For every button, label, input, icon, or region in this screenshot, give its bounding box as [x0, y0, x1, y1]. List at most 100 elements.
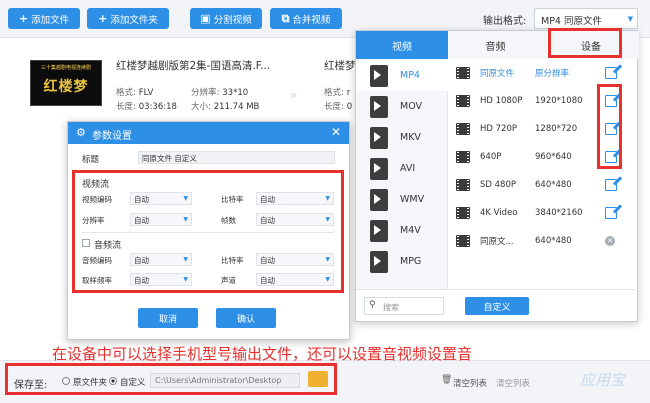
chevron-down-icon: ▼: [325, 195, 330, 202]
format-panel: 视频 音频 设备 MP4 MOV MKV AVI WMV M4V MPG 同原文…: [355, 28, 639, 322]
divider: [356, 289, 639, 290]
plus-icon: +: [18, 12, 29, 25]
output-format: 格式: r: [324, 88, 351, 98]
video-stream-heading: 视频流: [82, 180, 110, 190]
bitrate-label: 比特率: [221, 195, 244, 204]
params-dialog: ⚙ 参数设置 ✕ 标题 同原文件 自定义 视频流 视频编码 自动 ▼ 比特率 自动…: [67, 121, 350, 340]
audio-stream-heading: 音频流: [94, 241, 122, 251]
video-thumbnail[interactable]: 三十集越剧电视连续剧 红楼梦: [30, 60, 102, 106]
scissors-icon: ▣: [200, 12, 211, 25]
output-format-select[interactable]: MP4 同原文件 ▼: [534, 8, 638, 29]
file-size: 大小: 211.74 MB: [191, 102, 260, 112]
format-item-wmv[interactable]: WMV: [356, 184, 448, 215]
device-row-4k[interactable]: 4K Video 3840*2160: [456, 199, 631, 227]
chevron-down-icon: ▼: [183, 256, 188, 263]
ok-button[interactable]: 确认: [216, 308, 276, 328]
highlight-box: [597, 84, 622, 169]
bitrate-select[interactable]: 自动 ▼: [256, 192, 334, 205]
format-item-mkv[interactable]: MKV: [356, 122, 448, 153]
audio-bitrate-select[interactable]: 自动 ▼: [256, 253, 334, 266]
custom-button[interactable]: 自定义: [465, 297, 529, 315]
split-video-button[interactable]: ▣ 分割视频: [190, 8, 262, 29]
video-file-icon: [370, 250, 388, 273]
samplerate-select[interactable]: 自动 ▼: [130, 273, 192, 286]
device-row-480p[interactable]: SD 480P 640*480: [456, 171, 631, 199]
add-file-button[interactable]: + 添加文件: [8, 8, 80, 29]
chevron-down-icon: ▼: [183, 195, 188, 202]
film-icon: [456, 179, 470, 191]
plus-icon: +: [98, 12, 108, 25]
device-row-custom[interactable]: 同原文... 640*480 ✕: [456, 227, 631, 255]
chevron-down-icon: ▼: [183, 276, 188, 283]
video-file-icon: [370, 95, 388, 118]
output-duration: 长度: 0: [324, 102, 353, 112]
dialog-header: ⚙ 参数设置 ✕: [68, 122, 349, 144]
search-icon: ⚲: [369, 300, 376, 310]
close-icon[interactable]: ✕: [331, 125, 341, 139]
edit-icon[interactable]: [605, 179, 617, 191]
annotation-caption: 在设备中可以选择手机型号输出文件，还可以设置音视频设置音: [52, 345, 473, 363]
trash-icon: 🗑: [441, 375, 453, 385]
chevron-down-icon: ▼: [183, 216, 188, 223]
delete-icon[interactable]: ✕: [605, 236, 615, 246]
highlight-box: [548, 28, 622, 58]
tab-video[interactable]: 视频: [356, 31, 448, 59]
divider: [82, 232, 334, 233]
video-file-icon: [370, 219, 388, 242]
channel-label: 声道: [221, 276, 236, 285]
search-input[interactable]: ⚲ 搜索: [364, 297, 444, 315]
video-file-icon: [370, 64, 388, 87]
film-icon: [456, 95, 470, 107]
video-codec-label: 视频编码: [82, 195, 112, 204]
audio-codec-select[interactable]: 自动 ▼: [130, 253, 192, 266]
output-format-label: 输出格式:: [483, 16, 527, 27]
channel-select[interactable]: 自动 ▼: [256, 273, 334, 286]
audio-stream-checkbox[interactable]: [82, 239, 90, 247]
file-format: 格式: FLV: [116, 88, 154, 98]
chevron-down-icon: ▼: [325, 216, 330, 223]
video-file-icon: [370, 188, 388, 211]
format-item-mov[interactable]: MOV: [356, 91, 448, 122]
audio-bitrate-label: 比特率: [221, 256, 244, 265]
gear-icon: ⚙: [76, 126, 86, 139]
file-title: 红楼梦越剧版第2集-国语高清.F...: [116, 60, 271, 72]
device-row-original[interactable]: 同原文件 原分辨率: [456, 59, 631, 87]
video-codec-select[interactable]: 自动 ▼: [130, 192, 192, 205]
video-file-icon: [370, 126, 388, 149]
output-title: 红楼梦: [324, 60, 356, 72]
framerate-label: 帧数: [221, 216, 236, 225]
add-folder-button[interactable]: + 添加文件夹: [87, 8, 169, 29]
audio-codec-label: 音频编码: [82, 256, 112, 265]
format-list: MP4 MOV MKV AVI WMV M4V MPG: [356, 59, 448, 289]
chevron-down-icon: ▼: [325, 276, 330, 283]
edit-icon[interactable]: [605, 67, 617, 79]
watermark: 应用宝: [580, 371, 626, 389]
video-file-icon: [370, 157, 388, 180]
resolution-label: 分辨率: [82, 216, 105, 225]
tab-audio[interactable]: 音频: [448, 31, 543, 59]
framerate-select[interactable]: 自动 ▼: [256, 213, 334, 226]
thumbnail-logo: 红楼梦: [43, 79, 89, 95]
clear-list-button[interactable]: 清空列表: [453, 377, 487, 389]
chevron-down-icon: ▼: [325, 256, 330, 263]
samplerate-label: 取样频率: [82, 276, 112, 285]
cancel-button[interactable]: 取消: [138, 308, 198, 328]
format-item-m4v[interactable]: M4V: [356, 215, 448, 246]
title-field[interactable]: 同原文件 自定义: [138, 151, 335, 164]
dialog-title: 参数设置: [92, 131, 132, 142]
file-resolution: 分辨率: 33*10: [191, 88, 249, 98]
format-item-mp4[interactable]: MP4: [356, 60, 448, 91]
arrow-right-icon: »: [290, 88, 298, 102]
format-item-mpg[interactable]: MPG: [356, 246, 448, 277]
clear-list-ghost: 清空列表: [496, 379, 531, 389]
film-icon: [456, 207, 470, 219]
edit-icon[interactable]: [605, 207, 617, 219]
title-field-label: 标题: [82, 155, 100, 165]
film-icon: [456, 151, 470, 163]
merge-video-button[interactable]: ⧉ 合并视频: [270, 8, 342, 29]
film-icon: [456, 67, 470, 79]
format-item-avi[interactable]: AVI: [356, 153, 448, 184]
chevron-down-icon: ▼: [627, 15, 633, 23]
film-icon: [456, 123, 470, 135]
resolution-select[interactable]: 自动 ▼: [130, 213, 192, 226]
